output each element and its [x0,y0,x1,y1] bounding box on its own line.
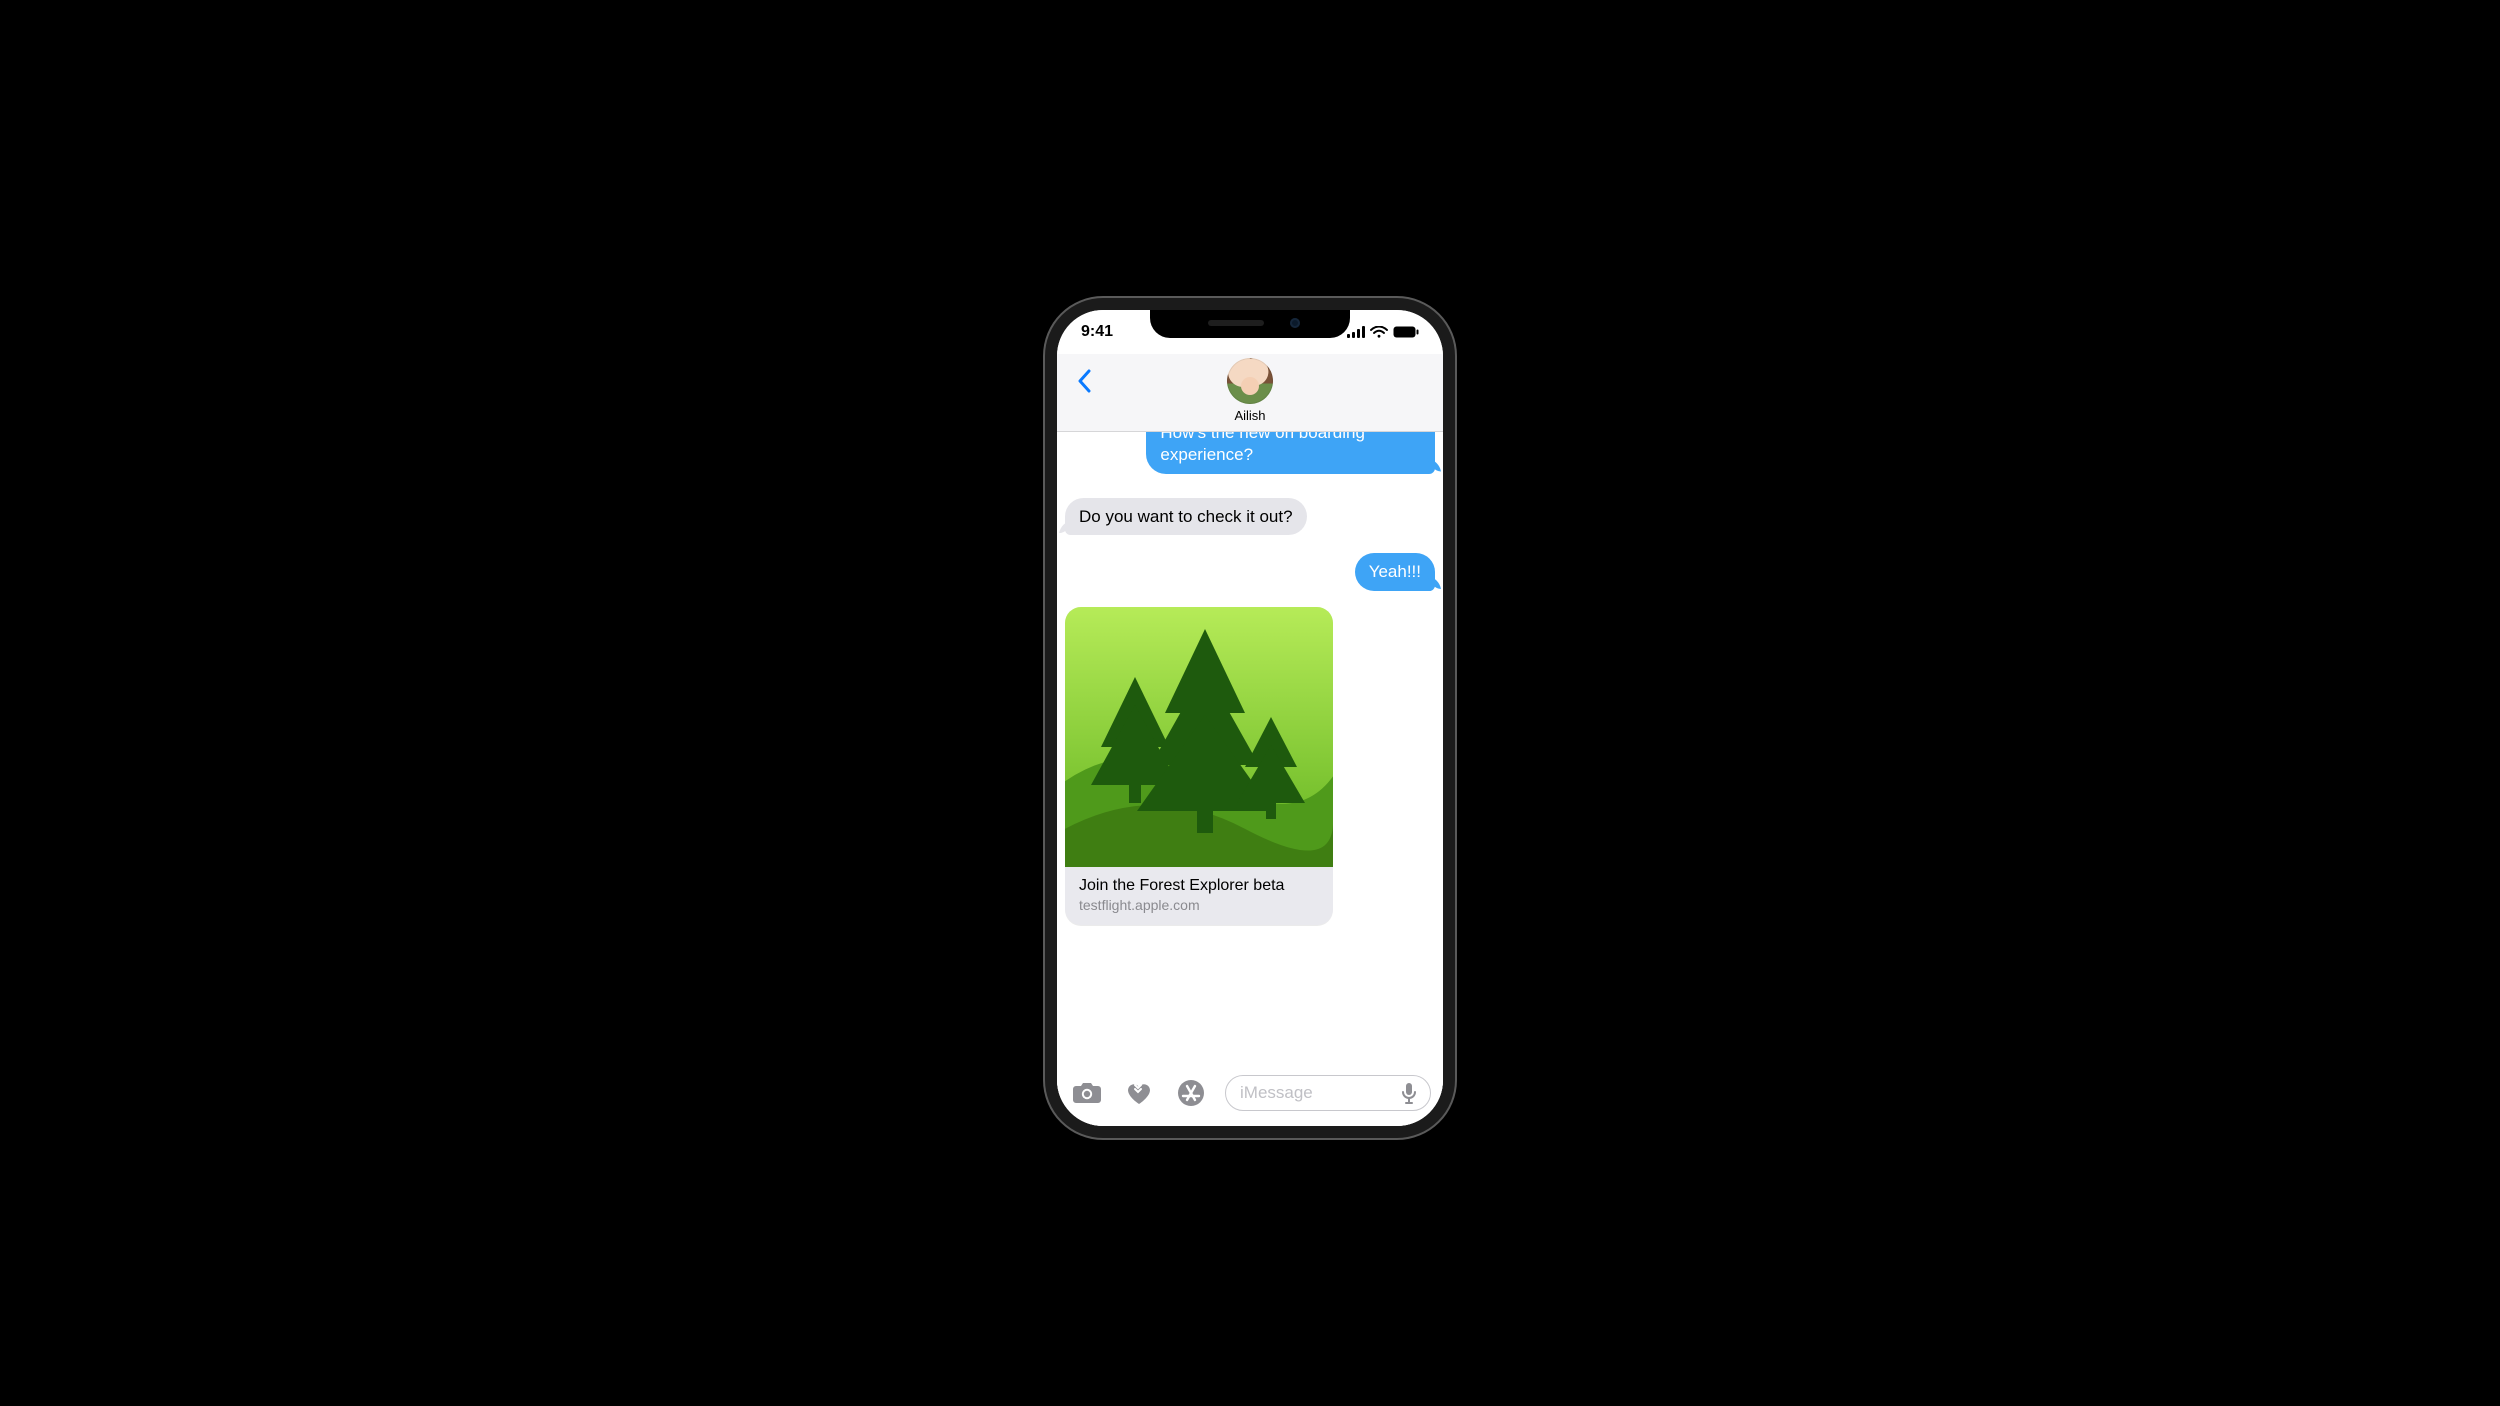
contact-name: Ailish [1234,408,1265,423]
mic-icon [1401,1082,1417,1104]
chat-header: Ailish [1057,354,1443,432]
message-text: How's the new on boarding experience? [1160,432,1365,464]
forest-trees-icon [1065,607,1333,867]
camera-icon [1072,1081,1102,1105]
battery-icon [1393,326,1419,338]
message-bubble[interactable]: Do you want to check it out? [1065,498,1307,536]
message-received: Do you want to check it out? [1065,498,1435,536]
cellular-icon [1347,326,1365,338]
phone-frame: 9:41 Ailish [1045,298,1455,1138]
mic-button[interactable] [1394,1078,1424,1108]
appstore-icon [1176,1078,1206,1108]
back-button[interactable] [1067,364,1101,398]
message-text: Yeah!!! [1369,562,1421,581]
message-input[interactable]: iMessage [1225,1075,1431,1111]
digital-touch-button[interactable] [1121,1075,1157,1111]
message-text: Do you want to check it out? [1079,507,1293,526]
message-placeholder: iMessage [1240,1083,1394,1103]
message-sent: Yeah!!! [1065,553,1435,591]
device-notch [1150,308,1350,338]
status-time: 9:41 [1081,323,1113,341]
link-preview-image [1065,607,1333,867]
link-preview-url: testflight.apple.com [1079,897,1319,913]
message-list[interactable]: How's the new on boarding experience? Do… [1057,432,1443,1070]
compose-bar: iMessage [1057,1070,1443,1126]
digital-touch-icon [1124,1080,1154,1106]
link-preview-card[interactable]: Join the Forest Explorer beta testflight… [1065,607,1333,925]
wifi-icon [1370,326,1388,338]
message-bubble[interactable]: How's the new on boarding experience? [1146,432,1435,474]
screen: 9:41 Ailish [1057,310,1443,1126]
contact-avatar[interactable] [1227,358,1273,404]
chevron-left-icon [1077,369,1091,393]
appstore-button[interactable] [1173,1075,1209,1111]
link-preview-title: Join the Forest Explorer beta [1079,877,1319,895]
message-sent: How's the new on boarding experience? [1065,432,1435,474]
camera-button[interactable] [1069,1075,1105,1111]
message-bubble[interactable]: Yeah!!! [1355,553,1435,591]
